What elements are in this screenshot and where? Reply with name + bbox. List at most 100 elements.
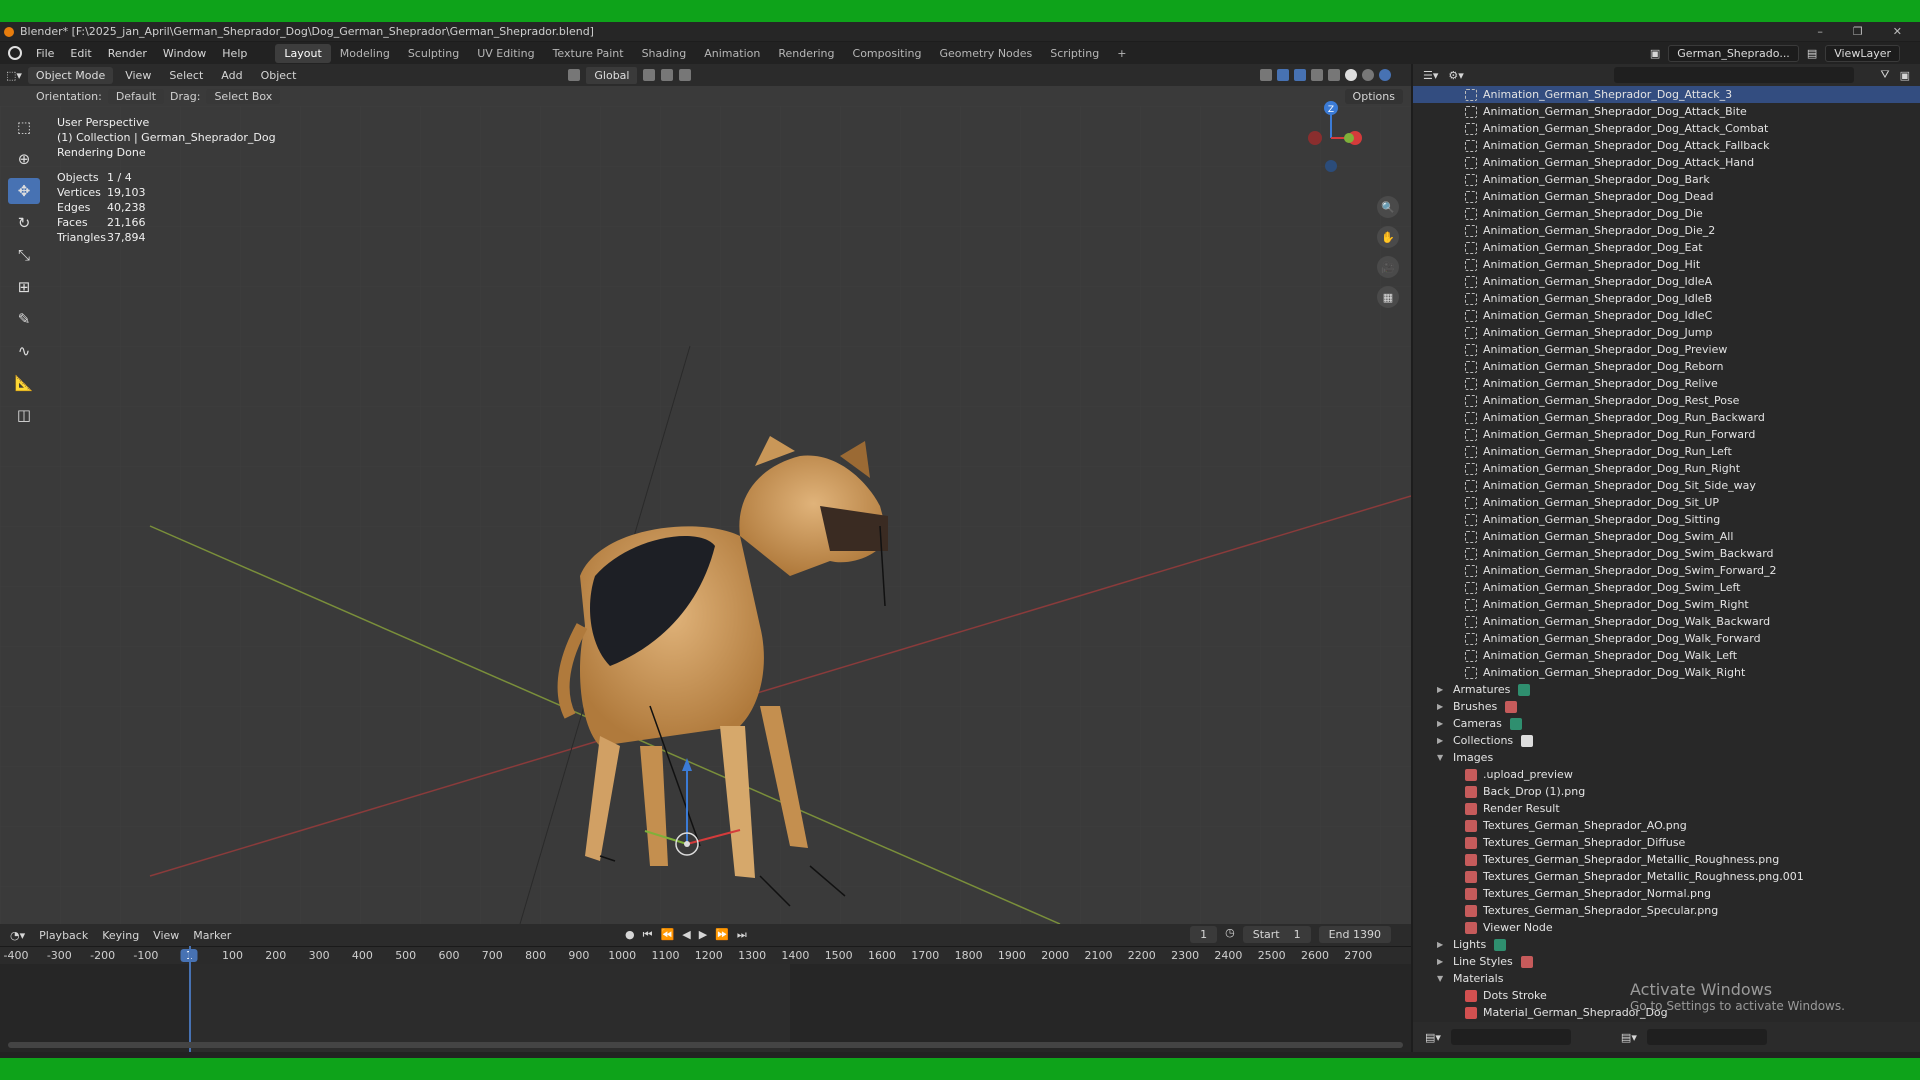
tab-modeling[interactable]: Modeling [331, 44, 399, 63]
outliner-item-image[interactable]: Textures_German_Sheprador_Metallic_Rough… [1413, 868, 1920, 885]
outliner-item-action[interactable]: Animation_German_Sheprador_Dog_Preview [1413, 341, 1920, 358]
record-icon[interactable]: ● [625, 928, 635, 942]
shading-solid-icon[interactable] [1345, 69, 1357, 81]
outliner-group[interactable]: ▶ Line Styles [1413, 953, 1920, 970]
tab-layout[interactable]: Layout [275, 43, 331, 63]
expand-arrow-closed-icon[interactable]: ▶ [1437, 957, 1447, 966]
mode-dropdown[interactable]: Object Mode [27, 66, 114, 84]
tab-scripting[interactable]: Scripting [1041, 44, 1108, 63]
outliner-item-image[interactable]: Textures_German_Sheprador_Diffuse [1413, 834, 1920, 851]
outliner-item-action[interactable]: Animation_German_Sheprador_Dog_Walk_Righ… [1413, 664, 1920, 681]
overlay-toggle-icon[interactable] [1294, 69, 1306, 81]
add-cube-tool[interactable]: ◫ [8, 402, 40, 428]
start-frame-field[interactable]: Start 1 [1242, 926, 1311, 943]
expand-arrow-open-icon[interactable]: ▼ [1437, 974, 1447, 983]
menu-add[interactable]: Add [215, 69, 248, 82]
tab-animation[interactable]: Animation [695, 44, 769, 63]
add-workspace-button[interactable]: + [1108, 44, 1135, 63]
navigation-gizmo[interactable]: Z [1291, 98, 1371, 178]
rotate-tool[interactable]: ↻ [8, 210, 40, 236]
outliner-item-action[interactable]: Animation_German_Sheprador_Dog_Run_Right [1413, 460, 1920, 477]
outliner-item-action[interactable]: Animation_German_Sheprador_Dog_Walk_Forw… [1413, 630, 1920, 647]
frame-ruler[interactable]: -400 -300 -200 -100 1100 200 300 400 500 600 700 80… [0, 946, 1411, 964]
outliner-item-image[interactable]: Render Result [1413, 800, 1920, 817]
outliner-group[interactable]: ▶ Lights [1413, 936, 1920, 953]
outliner-item-action[interactable]: Animation_German_Sheprador_Dog_Rest_Pose [1413, 392, 1920, 409]
outliner-item-action[interactable]: Animation_German_Sheprador_Dog_Run_Left [1413, 443, 1920, 460]
timeline-scrollbar[interactable] [8, 1042, 1403, 1048]
menu-timeline-view[interactable]: View [153, 929, 179, 942]
menu-render[interactable]: Render [100, 47, 155, 60]
next-keyframe-icon[interactable]: ⏩ [715, 928, 729, 942]
drag-dropdown[interactable]: Select Box [206, 88, 281, 104]
select-box-tool[interactable]: ⬚ [8, 114, 40, 140]
expand-arrow-closed-icon[interactable]: ▶ [1437, 736, 1447, 745]
outliner-item-action[interactable]: Animation_German_Sheprador_Dog_IdleB [1413, 290, 1920, 307]
tab-uv-editing[interactable]: UV Editing [468, 44, 543, 63]
close-button[interactable]: ✕ [1893, 25, 1902, 38]
snap-icon[interactable] [661, 69, 674, 81]
shading-rendered-icon[interactable] [1379, 69, 1391, 81]
outliner-item-action[interactable]: Animation_German_Sheprador_Dog_Relive [1413, 375, 1920, 392]
outliner-group-images[interactable]: ▼ Images [1413, 749, 1920, 766]
outliner-item-image[interactable]: Textures_German_Sheprador_AO.png [1413, 817, 1920, 834]
footer-editor-icon-2[interactable]: ▤▾ [1621, 1031, 1637, 1044]
jump-end-icon[interactable]: ⏭ [737, 928, 747, 942]
outliner-item-image[interactable]: Back_Drop (1).png [1413, 783, 1920, 800]
expand-arrow-closed-icon[interactable]: ▶ [1437, 702, 1447, 711]
shading-material-icon[interactable] [1362, 69, 1374, 81]
outliner-item-action[interactable]: Animation_German_Sheprador_Dog_Die_2 [1413, 222, 1920, 239]
end-frame-field[interactable]: End 1390 [1318, 926, 1391, 943]
outliner-item-action[interactable]: Animation_German_Sheprador_Dog_Attack_Co… [1413, 120, 1920, 137]
outliner-editor-icon[interactable]: ☰▾ [1423, 69, 1438, 82]
menu-file[interactable]: File [28, 47, 62, 60]
tab-sculpting[interactable]: Sculpting [399, 44, 468, 63]
menu-marker[interactable]: Marker [193, 929, 231, 942]
outliner-group[interactable]: ▶ Brushes [1413, 698, 1920, 715]
maximize-button[interactable]: ❐ [1853, 25, 1863, 38]
outliner-item-action[interactable]: Animation_German_Sheprador_Dog_Run_Forwa… [1413, 426, 1920, 443]
menu-edit[interactable]: Edit [62, 47, 99, 60]
annotate-line-tool[interactable]: ∿ [8, 338, 40, 364]
outliner-item-action[interactable]: Animation_German_Sheprador_Dog_Eat [1413, 239, 1920, 256]
menu-select[interactable]: Select [163, 69, 209, 82]
tab-compositing[interactable]: Compositing [844, 44, 931, 63]
outliner-item-action[interactable]: Animation_German_Sheprador_Dog_Walk_Left [1413, 647, 1920, 664]
outliner-item-action[interactable]: Animation_German_Sheprador_Dog_Walk_Back… [1413, 613, 1920, 630]
menu-object[interactable]: Object [255, 69, 303, 82]
outliner-item-action[interactable]: Animation_German_Sheprador_Dog_Attack_Fa… [1413, 137, 1920, 154]
jump-start-icon[interactable]: ⏮ [643, 928, 653, 942]
outliner-item-action[interactable]: Animation_German_Sheprador_Dog_IdleC [1413, 307, 1920, 324]
tab-geometry-nodes[interactable]: Geometry Nodes [930, 44, 1041, 63]
outliner-item-action[interactable]: Animation_German_Sheprador_Dog_Bark [1413, 171, 1920, 188]
outliner-item-action[interactable]: Animation_German_Sheprador_Dog_Sit_Side_… [1413, 477, 1920, 494]
outliner-item-image[interactable]: .upload_preview [1413, 766, 1920, 783]
transform-orientation-dropdown[interactable]: Global [586, 66, 638, 84]
outliner-item-action[interactable]: Animation_German_Sheprador_Dog_IdleA [1413, 273, 1920, 290]
move-tool[interactable]: ✥ [8, 178, 40, 204]
outliner-panel[interactable]: ☰▾ ⚙▾ ⛛ ▣ Animation_German_Sheprador_Dog… [1413, 64, 1920, 1034]
3d-viewport[interactable]: ⬚▾ Object Mode View Select Add Object Gl… [0, 64, 1411, 924]
outliner-item-action[interactable]: Animation_German_Sheprador_Dog_Sitting [1413, 511, 1920, 528]
outliner-item-action[interactable]: Animation_German_Sheprador_Dog_Swim_Righ… [1413, 596, 1920, 613]
scene-name-field[interactable]: German_Sheprado... [1668, 44, 1799, 62]
play-reverse-icon[interactable]: ◀ [682, 928, 690, 942]
expand-arrow-closed-icon[interactable]: ▶ [1437, 940, 1447, 949]
outliner-item-action[interactable]: Animation_German_Sheprador_Dog_Hit [1413, 256, 1920, 273]
outliner-group[interactable]: ▶ Cameras [1413, 715, 1920, 732]
outliner-item-action[interactable]: Animation_German_Sheprador_Dog_Run_Backw… [1413, 409, 1920, 426]
timeline-editor-icon[interactable]: ◔▾ [10, 929, 25, 942]
outliner-item-action[interactable]: Animation_German_Sheprador_Dog_Jump [1413, 324, 1920, 341]
outliner-item-action[interactable]: Animation_German_Sheprador_Dog_Swim_All [1413, 528, 1920, 545]
outliner-item-image[interactable]: Textures_German_Sheprador_Specular.png [1413, 902, 1920, 919]
outliner-item-action[interactable]: Animation_German_Sheprador_Dog_Dead [1413, 188, 1920, 205]
outliner-item-action[interactable]: Animation_German_Sheprador_Dog_Attack_3 [1413, 86, 1920, 103]
menu-help[interactable]: Help [214, 47, 255, 60]
outliner-search-input[interactable] [1613, 67, 1854, 83]
tab-rendering[interactable]: Rendering [769, 44, 843, 63]
expand-arrow-open-icon[interactable]: ▼ [1437, 753, 1447, 762]
playhead-line[interactable] [189, 946, 191, 1052]
outliner-item-action[interactable]: Animation_German_Sheprador_Dog_Sit_UP [1413, 494, 1920, 511]
ortho-grid-icon[interactable]: ▦ [1377, 286, 1399, 308]
transform-orientation-icon[interactable] [568, 69, 581, 81]
